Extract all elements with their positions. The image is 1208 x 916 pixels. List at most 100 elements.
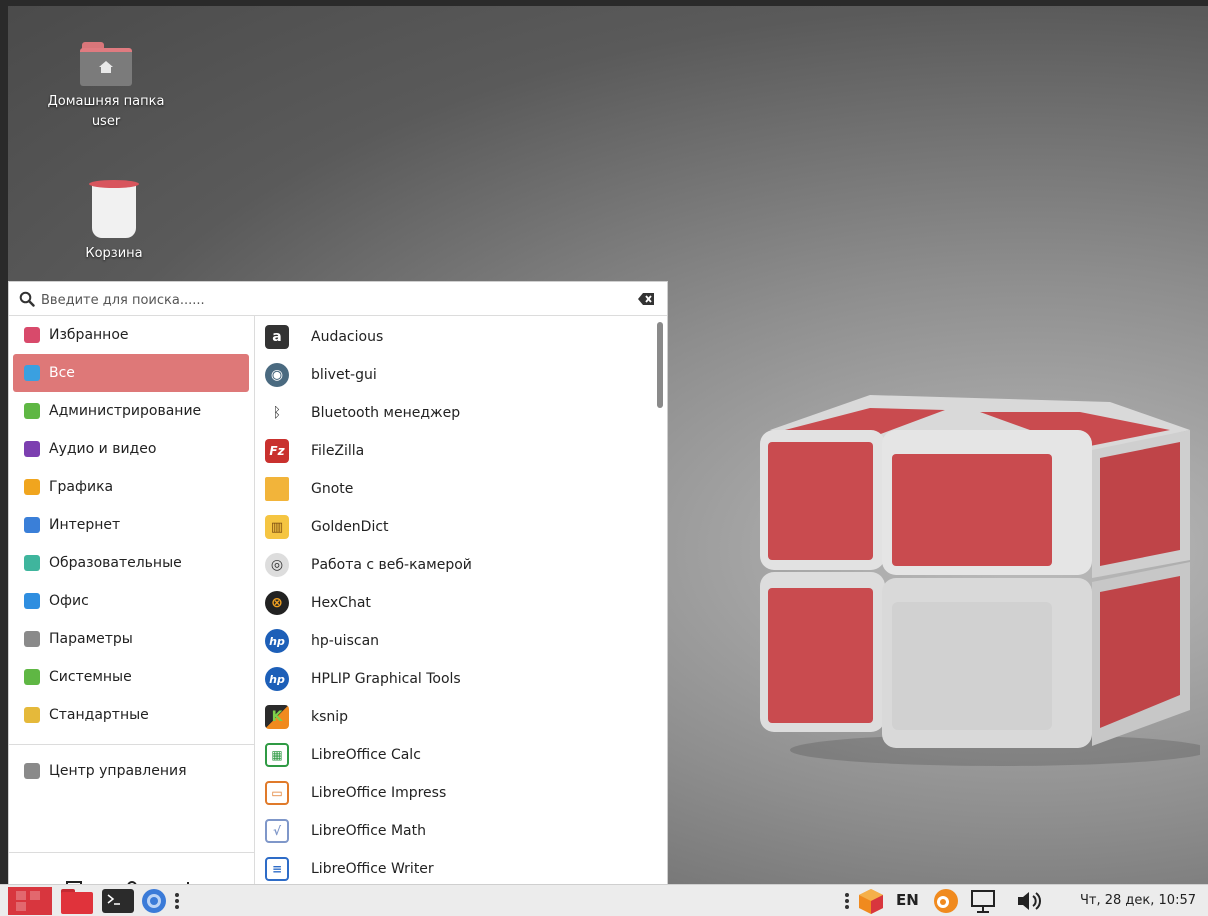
category-education[interactable]: Образовательные bbox=[13, 544, 249, 582]
headphones-icon bbox=[24, 441, 40, 457]
goldendict-icon: ▥ bbox=[265, 515, 289, 539]
app-label: GoldenDict bbox=[311, 519, 389, 535]
app-label: Audacious bbox=[311, 329, 384, 345]
star-icon bbox=[24, 365, 40, 381]
audacious-icon: a bbox=[265, 325, 289, 349]
calc-icon: ▦ bbox=[265, 743, 289, 767]
gnote-icon bbox=[265, 477, 289, 501]
search-input[interactable] bbox=[39, 288, 623, 312]
category-list: Избранное Все Администрирование Аудио и … bbox=[9, 316, 255, 899]
category-label: Системные bbox=[49, 669, 132, 685]
app-label: LibreOffice Impress bbox=[311, 785, 447, 801]
start-menu: Избранное Все Администрирование Аудио и … bbox=[8, 281, 668, 899]
updates-icon[interactable] bbox=[856, 887, 886, 915]
category-label: Стандартные bbox=[49, 707, 149, 723]
screen-frame-left bbox=[0, 0, 8, 916]
browser-icon[interactable] bbox=[140, 887, 168, 915]
category-internet[interactable]: Интернет bbox=[13, 506, 249, 544]
app-item-hexchat[interactable]: ⊗ HexChat bbox=[255, 584, 655, 622]
network-icon[interactable] bbox=[930, 887, 962, 915]
wrench-icon bbox=[24, 403, 40, 419]
volume-icon[interactable] bbox=[1014, 887, 1044, 915]
app-label: hp-uiscan bbox=[311, 633, 380, 649]
app-label: FileZilla bbox=[311, 443, 365, 459]
hplip-icon: hp bbox=[265, 667, 289, 691]
pencil-icon bbox=[24, 479, 40, 495]
webcam-icon: ◎ bbox=[265, 553, 289, 577]
app-item-goldendict[interactable]: ▥ GoldenDict bbox=[255, 508, 655, 546]
taskbar: EN Чт, 28 дек, 10:57 bbox=[0, 884, 1208, 916]
app-item-ksnip[interactable]: K ksnip bbox=[255, 698, 655, 736]
clock[interactable]: Чт, 28 дек, 10:57 bbox=[1080, 893, 1196, 908]
file-manager-icon[interactable] bbox=[58, 887, 96, 915]
gear-icon bbox=[24, 763, 40, 779]
start-menu-button[interactable] bbox=[8, 887, 52, 915]
app-item-webcam[interactable]: ◎ Работа с веб-камерой bbox=[255, 546, 655, 584]
filezilla-icon: Fz bbox=[265, 439, 289, 463]
app-label: Работа с веб-камерой bbox=[311, 557, 472, 573]
app-label: Gnote bbox=[311, 481, 354, 497]
desktop-icon-trash-label: Корзина bbox=[85, 246, 143, 261]
control-center-item[interactable]: Центр управления bbox=[13, 752, 249, 790]
app-label: HexChat bbox=[311, 595, 371, 611]
wallpaper-cube bbox=[760, 395, 1200, 766]
gear-icon bbox=[24, 631, 40, 647]
display-icon[interactable] bbox=[968, 887, 1000, 915]
ksnip-icon: K bbox=[265, 705, 289, 729]
app-item-hplip[interactable]: hp HPLIP Graphical Tools bbox=[255, 660, 655, 698]
tray-more-icon[interactable] bbox=[842, 887, 852, 915]
taskbar-more-icon[interactable] bbox=[172, 887, 182, 915]
category-favorites[interactable]: Избранное bbox=[13, 316, 249, 354]
document-icon bbox=[24, 593, 40, 609]
category-administration[interactable]: Администрирование bbox=[13, 392, 249, 430]
desktop-icon-home-label1: Домашняя папка bbox=[47, 94, 165, 109]
divider bbox=[9, 744, 254, 745]
heart-icon bbox=[24, 327, 40, 343]
category-all[interactable]: Все bbox=[13, 354, 249, 392]
app-item-bluetooth[interactable]: ᛒ Bluetooth менеджер bbox=[255, 394, 655, 432]
blivet-icon: ◉ bbox=[265, 363, 289, 387]
clear-search-icon[interactable] bbox=[638, 292, 655, 306]
globe-icon bbox=[24, 517, 40, 533]
terminal-icon[interactable] bbox=[100, 887, 136, 915]
category-office[interactable]: Офис bbox=[13, 582, 249, 620]
app-list-scrollbar[interactable] bbox=[657, 322, 663, 408]
keyboard-layout-indicator[interactable]: EN bbox=[896, 891, 919, 909]
app-item-gnote[interactable]: Gnote bbox=[255, 470, 655, 508]
app-label: LibreOffice Math bbox=[311, 823, 426, 839]
category-graphics[interactable]: Графика bbox=[13, 468, 249, 506]
desktop-icon-home[interactable]: Домашняя папка user bbox=[46, 42, 166, 132]
app-label: LibreOffice Calc bbox=[311, 747, 421, 763]
desktop-icon-trash[interactable]: Корзина bbox=[54, 180, 174, 264]
hp-icon: hp bbox=[265, 629, 289, 653]
category-label: Образовательные bbox=[49, 555, 182, 571]
app-label: ksnip bbox=[311, 709, 349, 725]
category-label: Параметры bbox=[49, 631, 133, 647]
app-item-libreoffice-impress[interactable]: ▭ LibreOffice Impress bbox=[255, 774, 655, 812]
category-accessories[interactable]: Стандартные bbox=[13, 696, 249, 734]
category-audio-video[interactable]: Аудио и видео bbox=[13, 430, 249, 468]
accessories-icon bbox=[24, 707, 40, 723]
search-icon bbox=[19, 291, 35, 307]
category-label: Администрирование bbox=[49, 403, 202, 419]
search-bar bbox=[9, 282, 667, 316]
control-center-label: Центр управления bbox=[49, 763, 187, 779]
app-item-hp-uiscan[interactable]: hp hp-uiscan bbox=[255, 622, 655, 660]
category-system[interactable]: Системные bbox=[13, 658, 249, 696]
flask-icon bbox=[24, 555, 40, 571]
trash-icon bbox=[89, 180, 139, 238]
impress-icon: ▭ bbox=[265, 781, 289, 805]
app-label: blivet-gui bbox=[311, 367, 377, 383]
app-item-libreoffice-writer[interactable]: ≡ LibreOffice Writer bbox=[255, 850, 655, 884]
app-label: HPLIP Graphical Tools bbox=[311, 671, 461, 687]
app-item-libreoffice-calc[interactable]: ▦ LibreOffice Calc bbox=[255, 736, 655, 774]
app-item-blivet-gui[interactable]: ◉ blivet-gui bbox=[255, 356, 655, 394]
home-folder-icon bbox=[80, 42, 132, 86]
app-item-filezilla[interactable]: Fz FileZilla bbox=[255, 432, 655, 470]
math-icon: √ bbox=[265, 819, 289, 843]
bluetooth-icon: ᛒ bbox=[265, 401, 289, 425]
app-item-audacious[interactable]: a Audacious bbox=[255, 318, 655, 356]
screen-frame-top bbox=[0, 0, 1208, 6]
category-settings[interactable]: Параметры bbox=[13, 620, 249, 658]
app-item-libreoffice-math[interactable]: √ LibreOffice Math bbox=[255, 812, 655, 850]
